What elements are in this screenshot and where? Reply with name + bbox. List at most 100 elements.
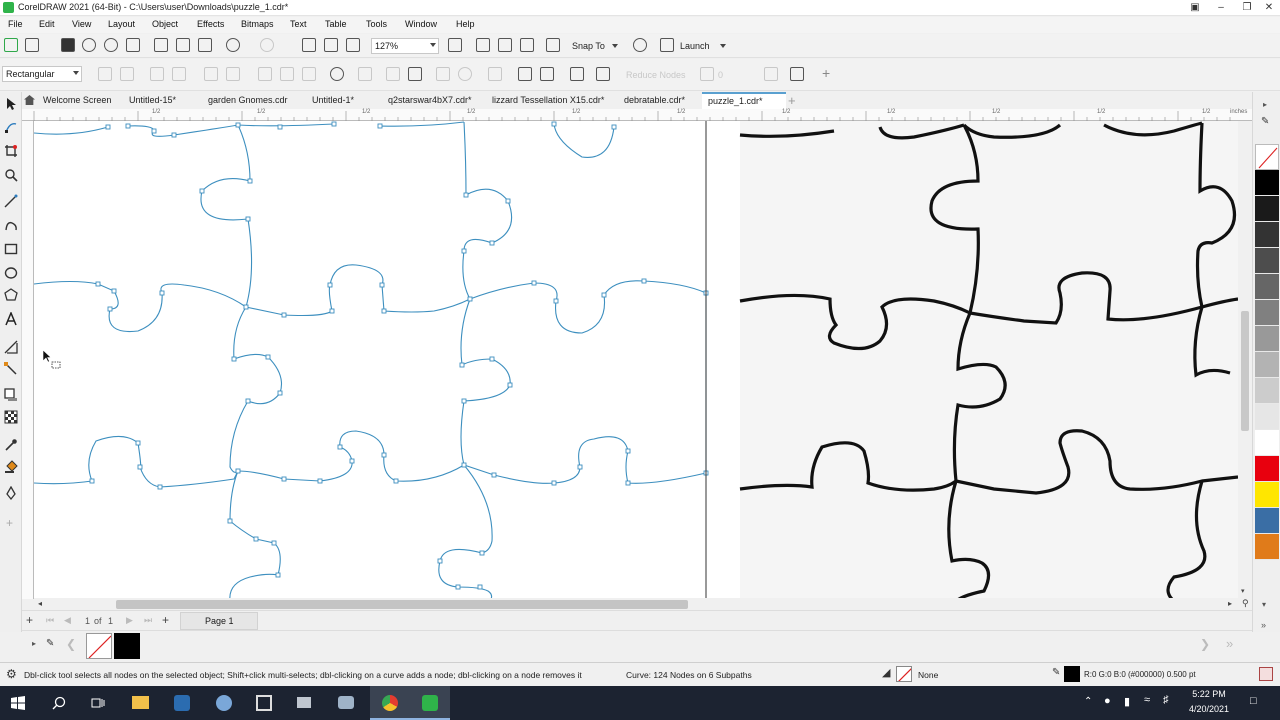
eyedropper-tool-icon[interactable] (4, 438, 18, 452)
show-guidelines-icon[interactable] (520, 38, 534, 52)
curve-node[interactable] (459, 362, 465, 368)
delete-node-icon[interactable] (120, 67, 134, 81)
curve-node[interactable] (551, 121, 557, 127)
palette-swatch[interactable] (1255, 248, 1279, 274)
curve-node[interactable] (245, 216, 251, 222)
palette-swatch[interactable] (1255, 404, 1279, 430)
search-icon[interactable] (52, 696, 66, 710)
expand-icon[interactable]: ▸ (32, 639, 36, 648)
curve-node[interactable] (277, 390, 283, 396)
help-icon[interactable]: ▣ (1182, 0, 1208, 16)
zoom-tool-icon[interactable] (4, 168, 18, 182)
curve-node[interactable] (505, 198, 511, 204)
publish-pdf-icon[interactable] (346, 38, 360, 52)
volume-icon[interactable]: ♯ (1163, 694, 1169, 706)
new-tab-icon[interactable]: + (788, 93, 796, 108)
taskbar-file-explorer[interactable] (120, 686, 160, 720)
scroll-right-icon[interactable]: ❯ (1200, 637, 1210, 651)
elastic-mode-icon[interactable] (596, 67, 610, 81)
black-swatch[interactable] (114, 633, 140, 659)
curve-node[interactable] (467, 296, 473, 302)
minimize-button[interactable]: – (1208, 0, 1234, 16)
tab-welcome-screen[interactable]: Welcome Screen (43, 92, 111, 109)
parallel-dimension-tool-icon[interactable] (4, 340, 18, 354)
wifi-icon[interactable]: ≈ (1144, 694, 1150, 706)
palette-swatch[interactable] (1255, 274, 1279, 300)
extend-curve-icon[interactable] (358, 67, 372, 81)
curve-node[interactable] (137, 464, 143, 470)
close-button[interactable]: ✕ (1256, 0, 1280, 16)
palette-swatch[interactable] (1255, 508, 1279, 534)
curve-node[interactable] (199, 188, 205, 194)
export-icon[interactable] (324, 38, 338, 52)
undo-icon[interactable] (226, 38, 240, 52)
curve-node[interactable] (455, 584, 461, 590)
mirror-vertical-icon[interactable] (540, 67, 554, 81)
mirror-horizontal-icon[interactable] (518, 67, 532, 81)
more-colors-icon[interactable]: » (1226, 636, 1233, 651)
curve-node[interactable] (105, 124, 111, 130)
palette-swatch[interactable] (1255, 300, 1279, 326)
palette-swatch[interactable] (1255, 534, 1279, 560)
crop-tool-icon[interactable] (4, 144, 18, 158)
curve-node[interactable] (553, 298, 559, 304)
palette-scroll-down-icon[interactable]: ▾ (1262, 600, 1266, 609)
show-grid-icon[interactable] (498, 38, 512, 52)
curve-node[interactable] (625, 480, 631, 486)
curve-node[interactable] (231, 356, 237, 362)
curve-node[interactable] (491, 472, 497, 478)
curve-node[interactable] (275, 572, 281, 578)
transparency-tool-icon[interactable] (4, 410, 18, 424)
menu-view[interactable]: View (72, 19, 91, 29)
curve-node[interactable] (151, 128, 157, 134)
paste-icon[interactable] (198, 38, 212, 52)
previous-page-icon[interactable]: ◀ (64, 615, 71, 626)
curve-node[interactable] (281, 476, 287, 482)
clock-date[interactable]: 4/20/2021 (1187, 704, 1231, 714)
corner-tool-icon[interactable] (764, 67, 778, 81)
full-screen-icon[interactable] (448, 38, 462, 52)
text-tool-icon[interactable] (4, 312, 18, 326)
select-all-nodes-icon[interactable] (570, 67, 584, 81)
taskbar-app-6[interactable] (326, 686, 366, 720)
tab-garden-gnomes[interactable]: garden Gnomes.cdr (208, 92, 288, 109)
curve-node[interactable] (489, 356, 495, 362)
curve-node[interactable] (601, 292, 607, 298)
next-page-icon[interactable]: ▶ (126, 615, 133, 626)
curve-node[interactable] (247, 178, 253, 184)
curve-node[interactable] (125, 123, 131, 129)
drawing-canvas[interactable] (34, 121, 1238, 598)
add-page-after-icon[interactable]: + (162, 613, 169, 627)
taskbar-coreldraw[interactable] (410, 686, 450, 720)
curve-node[interactable] (253, 536, 259, 542)
drop-shadow-tool-icon[interactable] (4, 388, 18, 402)
menu-table[interactable]: Table (325, 19, 347, 29)
palette-swatch[interactable] (1255, 378, 1279, 404)
no-color-swatch[interactable] (86, 633, 112, 659)
curve-node[interactable] (507, 382, 513, 388)
windows-start-icon[interactable] (11, 696, 25, 710)
interactive-fill-tool-icon[interactable] (4, 460, 18, 474)
curve-node[interactable] (243, 304, 249, 310)
curve-node[interactable] (277, 124, 283, 130)
taskbar-app-5[interactable] (284, 686, 324, 720)
horizontal-scrollbar[interactable]: ◂ ▸ ⚲ (34, 598, 1252, 610)
palette-swatch[interactable] (1255, 430, 1279, 456)
curve-node[interactable] (157, 484, 163, 490)
curve-node[interactable] (477, 584, 483, 590)
cusp-node-icon[interactable] (258, 67, 272, 81)
to-curve-icon[interactable] (226, 67, 240, 81)
menu-window[interactable]: Window (405, 19, 437, 29)
fill-color-indicator[interactable] (896, 666, 912, 682)
import-icon[interactable] (302, 38, 316, 52)
curve-node[interactable] (265, 354, 271, 360)
reverse-direction-icon[interactable] (330, 67, 344, 81)
menu-help[interactable]: Help (456, 19, 475, 29)
extract-subpath-icon[interactable] (386, 67, 400, 81)
snap-off-icon[interactable] (546, 38, 560, 52)
curve-node[interactable] (349, 458, 355, 464)
palette-swatch[interactable] (1255, 326, 1279, 352)
microphone-icon[interactable]: ● (1104, 695, 1111, 707)
curve-node[interactable] (89, 478, 95, 484)
horizontal-ruler[interactable]: 1/2 1/2 1/2 1/2 1/2 1/2 1/2 1/2 1/2 1/2 … (22, 109, 1252, 121)
